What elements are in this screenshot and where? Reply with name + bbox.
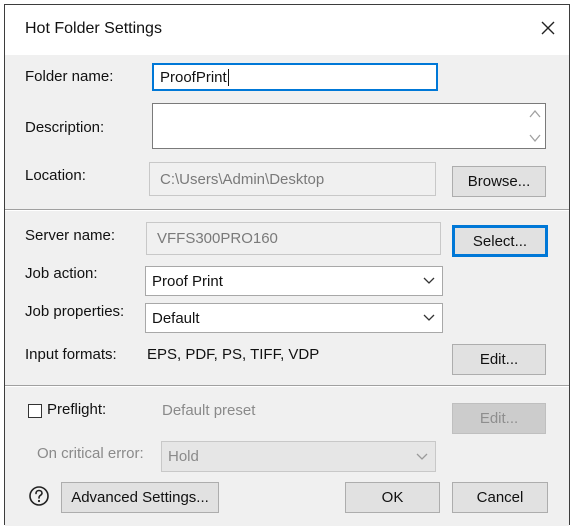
- location-field: C:\Users\Admin\Desktop: [149, 162, 436, 196]
- location-value: C:\Users\Admin\Desktop: [160, 170, 325, 188]
- folder-section: Folder name: ProofPrint Description: Loc…: [5, 55, 569, 209]
- job-properties-label: Job properties:: [25, 303, 125, 320]
- description-label: Description:: [25, 119, 105, 136]
- scroll-up-icon[interactable]: [529, 109, 541, 119]
- job-action-value: Proof Print: [152, 272, 223, 290]
- cancel-button[interactable]: Cancel: [452, 482, 548, 513]
- job-properties-dropdown[interactable]: Default: [145, 303, 443, 333]
- server-name-label: Server name:: [25, 227, 116, 244]
- job-properties-value: Default: [152, 309, 200, 327]
- job-action-label: Job action:: [25, 265, 98, 282]
- job-action-dropdown[interactable]: Proof Print: [145, 266, 443, 296]
- dialog-title: Hot Folder Settings: [25, 20, 162, 37]
- edit-formats-button[interactable]: Edit...: [452, 344, 546, 375]
- folder-name-label: Folder name:: [25, 68, 114, 85]
- preflight-preset-value: Default preset: [162, 402, 256, 419]
- chevron-down-icon: [423, 314, 435, 321]
- description-field[interactable]: [152, 103, 546, 149]
- ok-button[interactable]: OK: [345, 482, 440, 513]
- preflight-label[interactable]: Preflight:: [47, 401, 106, 418]
- folder-name-value: ProofPrint: [160, 68, 227, 86]
- server-section: Server name: VFFS300PRO160 Select... Job…: [5, 211, 569, 385]
- text-caret: [227, 68, 229, 86]
- critical-error-value: Hold: [168, 448, 199, 465]
- question-circle-icon[interactable]: [28, 485, 50, 507]
- critical-error-dropdown: Hold: [161, 441, 436, 472]
- edit-preflight-button: Edit...: [452, 403, 546, 434]
- chevron-down-icon: [416, 453, 428, 460]
- folder-name-field[interactable]: ProofPrint: [152, 63, 438, 91]
- chevron-down-icon: [423, 277, 435, 284]
- scroll-down-icon[interactable]: [529, 133, 541, 143]
- hot-folder-settings-dialog: Hot Folder Settings Folder name: ProofPr…: [4, 4, 570, 526]
- preflight-checkbox[interactable]: [28, 404, 42, 418]
- critical-error-label: On critical error:: [37, 445, 144, 462]
- select-server-button[interactable]: Select...: [452, 225, 548, 257]
- input-formats-value: EPS, PDF, PS, TIFF, VDP: [147, 346, 320, 363]
- title-bar: Hot Folder Settings: [5, 5, 569, 55]
- close-button[interactable]: [533, 13, 563, 43]
- browse-button[interactable]: Browse...: [452, 166, 546, 197]
- server-name-value: VFFS300PRO160: [157, 230, 278, 247]
- location-label: Location:: [25, 167, 86, 184]
- advanced-settings-button[interactable]: Advanced Settings...: [61, 482, 219, 513]
- preflight-section: Preflight: Default preset Edit... On cri…: [5, 387, 569, 526]
- input-formats-label: Input formats:: [25, 346, 117, 363]
- close-icon: [541, 21, 555, 35]
- server-name-field: VFFS300PRO160: [146, 222, 441, 255]
